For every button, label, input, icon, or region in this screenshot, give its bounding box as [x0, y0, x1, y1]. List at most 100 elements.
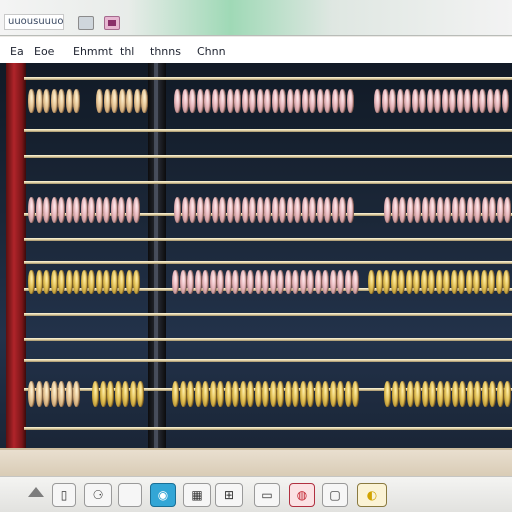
bead — [80, 270, 88, 294]
bead — [187, 381, 194, 407]
bead — [179, 270, 187, 294]
bead — [414, 197, 421, 223]
bead — [292, 270, 299, 294]
bead — [489, 197, 496, 223]
document-icon[interactable]: ▯ — [52, 483, 76, 507]
bead — [489, 381, 496, 407]
bead — [279, 197, 286, 223]
bead — [35, 270, 43, 294]
bead — [224, 381, 232, 407]
record-icon[interactable]: ◍ — [289, 483, 315, 507]
bead — [481, 197, 489, 223]
bead — [114, 381, 122, 407]
bead — [133, 89, 141, 113]
bead — [174, 197, 181, 223]
bead — [374, 89, 381, 113]
bead — [450, 270, 458, 294]
menu-item-2[interactable]: Eoe — [34, 45, 54, 58]
bead — [264, 197, 271, 223]
blank-icon[interactable] — [118, 483, 142, 507]
bead — [239, 270, 247, 294]
bead — [73, 197, 80, 223]
bead — [65, 270, 73, 294]
menu-item-5[interactable]: thnns — [150, 45, 181, 58]
bead — [35, 197, 43, 223]
bead — [441, 89, 449, 113]
bead — [247, 381, 254, 407]
menu-item-6[interactable]: Chnn — [197, 45, 226, 58]
menu-item-1[interactable]: Ea — [10, 45, 24, 58]
bead — [324, 89, 331, 113]
bead — [43, 381, 50, 407]
bead — [488, 270, 495, 294]
bead — [103, 89, 111, 113]
bead — [404, 89, 411, 113]
bead — [211, 89, 219, 113]
scroll-up-icon[interactable] — [28, 487, 44, 497]
bead — [204, 197, 211, 223]
square-icon[interactable]: ▢ — [322, 483, 348, 507]
menu-item-3[interactable]: Ehmmt — [73, 45, 113, 58]
bead — [88, 197, 95, 223]
bead — [346, 197, 354, 223]
gallery-icon[interactable]: ⚆ — [84, 483, 112, 507]
bead — [496, 197, 504, 223]
bead — [309, 197, 316, 223]
bead — [419, 89, 426, 113]
menu-item-4[interactable]: thl — [120, 45, 134, 58]
bead — [96, 89, 103, 113]
bead — [391, 381, 399, 407]
bead — [466, 381, 474, 407]
bead — [189, 197, 196, 223]
moon-icon[interactable]: ◐ — [357, 483, 387, 507]
image-app-icon[interactable] — [104, 16, 120, 30]
bead — [43, 270, 50, 294]
bead — [426, 89, 434, 113]
bead — [262, 381, 269, 407]
bead-row — [24, 381, 512, 407]
bead — [256, 89, 264, 113]
bead — [189, 89, 196, 113]
bead-row — [24, 270, 512, 294]
bead — [324, 197, 331, 223]
bead — [503, 270, 510, 294]
bead — [118, 197, 125, 223]
bead — [383, 270, 390, 294]
bead — [352, 381, 359, 407]
bead — [421, 381, 429, 407]
bead — [391, 197, 399, 223]
apps-icon[interactable]: ⊞ — [215, 483, 243, 507]
bead — [103, 270, 110, 294]
bead — [307, 270, 314, 294]
camera-icon[interactable]: ◉ — [150, 483, 176, 507]
bead — [43, 89, 50, 113]
bead — [194, 270, 202, 294]
window-title: uuousuuuo — [4, 14, 64, 30]
bead — [413, 270, 420, 294]
bead — [474, 381, 481, 407]
bead — [398, 270, 405, 294]
bead-row — [24, 89, 512, 113]
bead — [458, 270, 465, 294]
bead — [80, 197, 88, 223]
bead — [368, 270, 375, 294]
bead — [471, 89, 479, 113]
bead — [110, 270, 118, 294]
bead — [301, 89, 309, 113]
grid-icon[interactable]: ▦ — [183, 483, 211, 507]
bead — [196, 197, 204, 223]
bead — [224, 270, 232, 294]
bead — [322, 270, 329, 294]
bead — [141, 89, 148, 113]
window-icon[interactable] — [78, 16, 94, 30]
bead — [254, 381, 262, 407]
bead — [196, 89, 204, 113]
bead — [309, 89, 316, 113]
bead — [329, 381, 337, 407]
bead — [239, 381, 247, 407]
window-icon[interactable]: ▭ — [254, 483, 280, 507]
bead — [103, 197, 110, 223]
bead — [406, 381, 414, 407]
bead — [50, 270, 58, 294]
bead — [444, 381, 451, 407]
